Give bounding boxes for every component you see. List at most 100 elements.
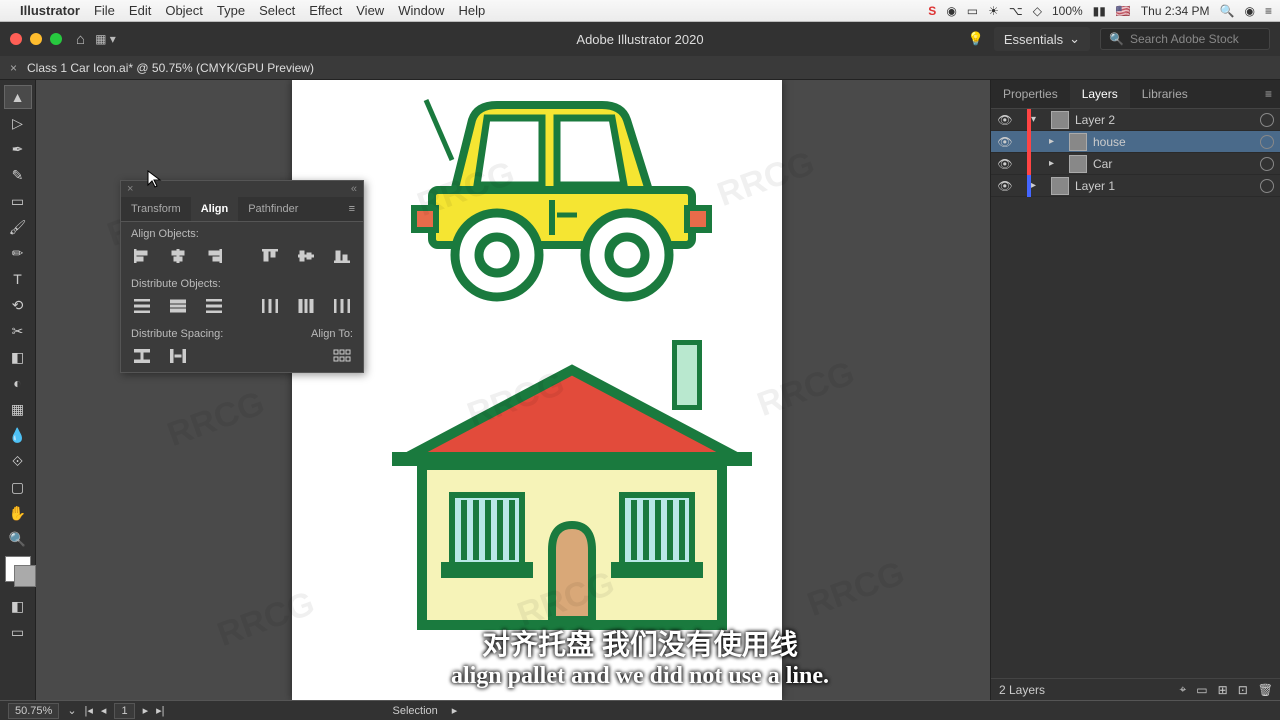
dist-vcenter[interactable] [167,296,189,316]
fill-stroke-swatch[interactable] [5,556,31,582]
status-dropdown[interactable]: ▸ [452,704,458,717]
home-button[interactable]: ⌂ [76,31,85,48]
layer-row[interactable]: 👁 ▾ Layer 2 [991,109,1280,131]
workspace-switcher[interactable]: Essentials ⌄ [994,27,1090,51]
align-right[interactable] [203,246,225,266]
expand-toggle[interactable]: ▾ [1031,114,1045,125]
tab-libraries[interactable]: Libraries [1130,80,1200,108]
dist-left[interactable] [259,296,281,316]
screen-mode[interactable]: ▭ [4,620,32,644]
menu-help[interactable]: Help [458,3,485,18]
eyedropper-tool[interactable]: 💧 [4,423,32,447]
status-icon-s[interactable]: S [928,4,936,18]
target-icon[interactable] [1260,179,1274,193]
artboard-tool[interactable]: ▢ [4,475,32,499]
new-sublayer[interactable]: ⊞ [1218,683,1228,697]
panel-close[interactable]: × [127,183,133,195]
house-artwork[interactable] [392,340,752,640]
menu-view[interactable]: View [356,3,384,18]
align-top[interactable] [259,246,281,266]
menu-effect[interactable]: Effect [309,3,342,18]
layer-name[interactable]: Car [1093,157,1260,171]
tab-properties[interactable]: Properties [991,80,1070,108]
menu-select[interactable]: Select [259,3,295,18]
layer-name[interactable]: Layer 1 [1075,179,1260,193]
spotlight-icon[interactable]: 🔍 [1220,4,1235,18]
artboard-prev[interactable]: ◂ [101,704,107,717]
lightbulb-icon[interactable]: 💡 [968,31,984,47]
minimize-window[interactable] [30,33,42,45]
wifi-icon[interactable]: ◇ [1033,4,1042,18]
align-left[interactable] [131,246,153,266]
canvas-area[interactable]: × « Transform Align Pathfinder ≡ Align O… [36,80,990,720]
artboard-next[interactable]: ▸ [143,704,149,717]
status-icon-display[interactable]: ☀ [988,4,999,18]
hand-tool[interactable]: ✋ [4,501,32,525]
siri-icon[interactable]: ◉ [1245,4,1255,18]
draw-mode[interactable]: ◧ [4,594,32,618]
panel-menu[interactable]: ≡ [1257,80,1280,108]
panel-collapse[interactable]: « [351,183,357,195]
pencil-tool[interactable]: ✏ [4,241,32,265]
visibility-toggle[interactable]: 👁 [997,179,1013,193]
tab-align[interactable]: Align [191,197,239,221]
type-tool[interactable]: T [4,267,32,291]
artboard-last[interactable]: ▸| [156,704,164,717]
shape-builder-tool[interactable]: ◐ [4,371,32,395]
status-icon-bt[interactable]: ⌥ [1009,4,1023,18]
align-bottom[interactable] [331,246,353,266]
rotate-tool[interactable]: ⟲ [4,293,32,317]
menu-object[interactable]: Object [165,3,203,18]
car-artwork[interactable] [402,90,722,310]
status-icon-screen[interactable]: ▭ [967,4,978,18]
visibility-toggle[interactable]: 👁 [997,113,1013,127]
tab-transform[interactable]: Transform [121,197,191,221]
dist-top[interactable] [131,296,153,316]
layer-name[interactable]: Layer 2 [1075,113,1260,127]
align-vcenter[interactable] [295,246,317,266]
dist-space-v[interactable] [131,346,153,366]
new-layer[interactable]: ⊡ [1238,683,1248,697]
artboard-first[interactable]: |◂ [85,704,93,717]
make-clip[interactable]: ▭ [1196,683,1207,697]
visibility-toggle[interactable]: 👁 [997,135,1013,149]
clock[interactable]: Thu 2:34 PM [1141,4,1210,18]
target-icon[interactable] [1260,113,1274,127]
expand-toggle[interactable]: ▸ [1049,158,1063,169]
target-icon[interactable] [1260,135,1274,149]
zoom-window[interactable] [50,33,62,45]
menu-window[interactable]: Window [398,3,444,18]
menu-type[interactable]: Type [217,3,245,18]
artboard[interactable] [292,80,782,700]
delete-layer[interactable]: 🗑 [1258,683,1273,697]
app-name[interactable]: Illustrator [20,3,80,18]
artboard-num[interactable]: 1 [114,703,134,719]
pen-tool[interactable]: ✒ [4,137,32,161]
dist-bottom[interactable] [203,296,225,316]
menu-edit[interactable]: Edit [129,3,151,18]
stock-search[interactable]: 🔍 Search Adobe Stock [1100,28,1270,50]
selection-tool[interactable]: ▲ [4,85,32,109]
menu-file[interactable]: File [94,3,115,18]
paintbrush-tool[interactable]: 🖌 [4,215,32,239]
gradient-tool[interactable]: ▦ [4,397,32,421]
zoom-tool[interactable]: 🔍 [4,527,32,551]
align-panel[interactable]: × « Transform Align Pathfinder ≡ Align O… [120,180,364,373]
blend-tool[interactable]: ⟐ [4,449,32,473]
notif-icon[interactable]: ≡ [1265,4,1272,18]
align-hcenter[interactable] [167,246,189,266]
expand-toggle[interactable]: ▸ [1031,180,1045,191]
dist-space-h[interactable] [167,346,189,366]
dist-right[interactable] [331,296,353,316]
align-to-selection[interactable] [331,346,353,366]
zoom-dropdown[interactable]: ⌄ [67,704,76,717]
layer-row[interactable]: 👁▸Car [991,153,1280,175]
dist-hcenter[interactable] [295,296,317,316]
arrange-docs-button[interactable]: ▦ ▾ [95,32,116,46]
close-window[interactable] [10,33,22,45]
direct-selection-tool[interactable]: ▷ [4,111,32,135]
expand-toggle[interactable]: ▸ [1049,136,1063,147]
eraser-tool[interactable]: ◧ [4,345,32,369]
zoom-level[interactable]: 50.75% [8,703,59,719]
document-tab-label[interactable]: Class 1 Car Icon.ai* @ 50.75% (CMYK/GPU … [27,61,314,75]
